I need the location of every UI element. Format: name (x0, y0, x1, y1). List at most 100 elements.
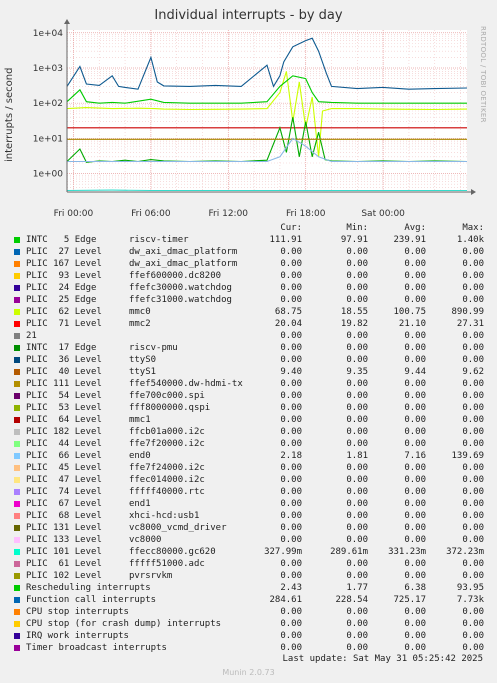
legend-min: 0.00 (346, 295, 368, 305)
legend-max: 0.00 (462, 535, 484, 545)
legend-min: 0.00 (346, 619, 368, 629)
legend-cur: 0.00 (280, 607, 302, 617)
legend-swatch (14, 393, 20, 399)
legend-max: 0.00 (462, 619, 484, 629)
legend-cur: 0.00 (280, 571, 302, 581)
legend-max: 0.00 (462, 283, 484, 293)
legend-row: Timer broadcast interrupts 0.00 0.00 0.00 0.… (10, 642, 490, 654)
legend-min: 97.91 (340, 235, 368, 245)
legend-label: PLIC 68 Level xhci-hcd:usb1 (26, 511, 200, 521)
legend-label: PLIC 67 Level end1 (26, 499, 151, 509)
legend-label: PLIC 36 Level ttyS0 (26, 355, 157, 365)
legend-row: IRQ work interrupts 0.00 0.00 0.00 0.00 (10, 630, 490, 642)
legend-swatch (14, 441, 20, 447)
legend-min: 19.82 (340, 319, 368, 329)
legend-avg: 0.00 (404, 391, 426, 401)
legend-cur: 0.00 (280, 643, 302, 653)
legend-min: 0.00 (346, 523, 368, 533)
legend-avg: 331.23m (388, 547, 426, 557)
legend-row: CPU stop (for crash dump) interrupts 0.00… (10, 618, 490, 630)
legend-avg: 100.75 (393, 307, 426, 317)
legend-table: INTC 5 Edge riscv-timer 111.91 97.91 239.91… (10, 222, 490, 654)
legend-label: PLIC 45 Level ffe7f24000.i2c (26, 463, 205, 473)
legend-label: PLIC 74 Level fffff40000.rtc (26, 487, 205, 497)
legend-swatch (14, 453, 20, 459)
legend-cur: 0.00 (280, 475, 302, 485)
legend-cur: 284.61 (269, 595, 302, 605)
legend-row: PLIC 131 Level vc8000_vcmd_driver 0.00 0.0… (10, 522, 490, 534)
legend-row: PLIC 101 Level ffecc80000.gc620 327.99m 28… (10, 546, 490, 558)
legend-cur: 0.00 (280, 511, 302, 521)
legend-row: PLIC 54 Level ffe700c000.spi 0.00 0.00 0.00… (10, 390, 490, 402)
legend-label: PLIC 61 Level fffff51000.adc (26, 559, 205, 569)
legend-avg: 0.00 (404, 511, 426, 521)
legend-label: Rescheduling interrupts (26, 583, 151, 593)
legend-swatch (14, 537, 20, 543)
legend-swatch (14, 369, 20, 375)
legend-avg: 0.00 (404, 355, 426, 365)
legend-max: 0.00 (462, 379, 484, 389)
legend-max: 0.00 (462, 607, 484, 617)
y-axis-arrow (64, 19, 70, 24)
legend-avg: 0.00 (404, 463, 426, 473)
x-tick-label: Sat 00:00 (361, 209, 405, 219)
legend-avg: 0.00 (404, 343, 426, 353)
legend-row: INTC 17 Edge riscv-pmu 0.00 0.00 0.00 0.00 (10, 342, 490, 354)
legend-avg: 7.16 (404, 451, 426, 461)
legend-row: PLIC 182 Level ffcb01a000.i2c 0.00 0.00 0.0… (10, 426, 490, 438)
legend-label: PLIC 71 Level mmc2 (26, 319, 151, 329)
legend-avg: 0.00 (404, 535, 426, 545)
legend-row: PLIC 71 Level mmc2 20.04 19.82 21.10 27.31 (10, 318, 490, 330)
legend-max: 0.00 (462, 571, 484, 581)
legend-swatch (14, 321, 20, 327)
legend-row: PLIC 133 Level vc8000 0.00 0.00 0.00 0.00 (10, 534, 490, 546)
legend-avg: 0.00 (404, 415, 426, 425)
legend-max: 0.00 (462, 247, 484, 257)
legend-label: PLIC 47 Level ffec014000.i2c (26, 475, 205, 485)
legend-cur: 0.00 (280, 487, 302, 497)
legend-swatch (14, 381, 20, 387)
legend-avg: 0.00 (404, 439, 426, 449)
legend-max: 0.00 (462, 523, 484, 533)
legend-row: PLIC 93 Level ffef600000.dc8200 0.00 0.00 0… (10, 270, 490, 282)
legend-cur: 0.00 (280, 559, 302, 569)
legend-min: 0.00 (346, 403, 368, 413)
legend-row: PLIC 102 Level pvrsrvkm 0.00 0.00 0.00 0.00 (10, 570, 490, 582)
legend-swatch (14, 333, 20, 339)
legend-min: 0.00 (346, 535, 368, 545)
legend-label: INTC 17 Edge riscv-pmu (26, 343, 178, 353)
legend-min: 0.00 (346, 379, 368, 389)
legend-max: 0.00 (462, 631, 484, 641)
legend-swatch (14, 561, 20, 567)
legend-row: PLIC 36 Level ttyS0 0.00 0.00 0.00 0.00 (10, 354, 490, 366)
legend-min: 0.00 (346, 631, 368, 641)
legend-row: PLIC 53 Level fff8000000.qspi 0.00 0.00 0.0… (10, 402, 490, 414)
legend-cur: 0.00 (280, 403, 302, 413)
legend-max: 0.00 (462, 415, 484, 425)
legend-min: 289.61m (330, 547, 368, 557)
legend-row: 21 0.00 0.00 0.00 0.00 (10, 330, 490, 342)
legend-row: PLIC 74 Level fffff40000.rtc 0.00 0.00 0.00… (10, 486, 490, 498)
legend-min: 0.00 (346, 259, 368, 269)
legend-cur: 0.00 (280, 631, 302, 641)
legend-cur: 0.00 (280, 259, 302, 269)
legend-cur: 0.00 (280, 415, 302, 425)
y-tick-label: 1e+04 (33, 29, 64, 39)
legend-label: PLIC 111 Level ffef540000.dw-hdmi-tx (26, 379, 243, 389)
legend-swatch (14, 573, 20, 579)
legend-avg: 725.17 (393, 595, 426, 605)
legend-min: 1.81 (346, 451, 368, 461)
y-tick-label: 1e+00 (33, 170, 64, 180)
legend-min: 9.35 (346, 367, 368, 377)
legend-label: 21 (26, 331, 37, 341)
legend-min: 0.00 (346, 343, 368, 353)
legend-label: PLIC 53 Level fff8000000.qspi (26, 403, 211, 413)
legend-max: 0.00 (462, 487, 484, 497)
legend-avg: 0.00 (404, 259, 426, 269)
legend-min: 0.00 (346, 331, 368, 341)
legend-avg: 0.00 (404, 619, 426, 629)
legend-max: 0.00 (462, 355, 484, 365)
legend-cur: 0.00 (280, 247, 302, 257)
legend-swatch (14, 621, 20, 627)
legend-avg: 0.00 (404, 523, 426, 533)
